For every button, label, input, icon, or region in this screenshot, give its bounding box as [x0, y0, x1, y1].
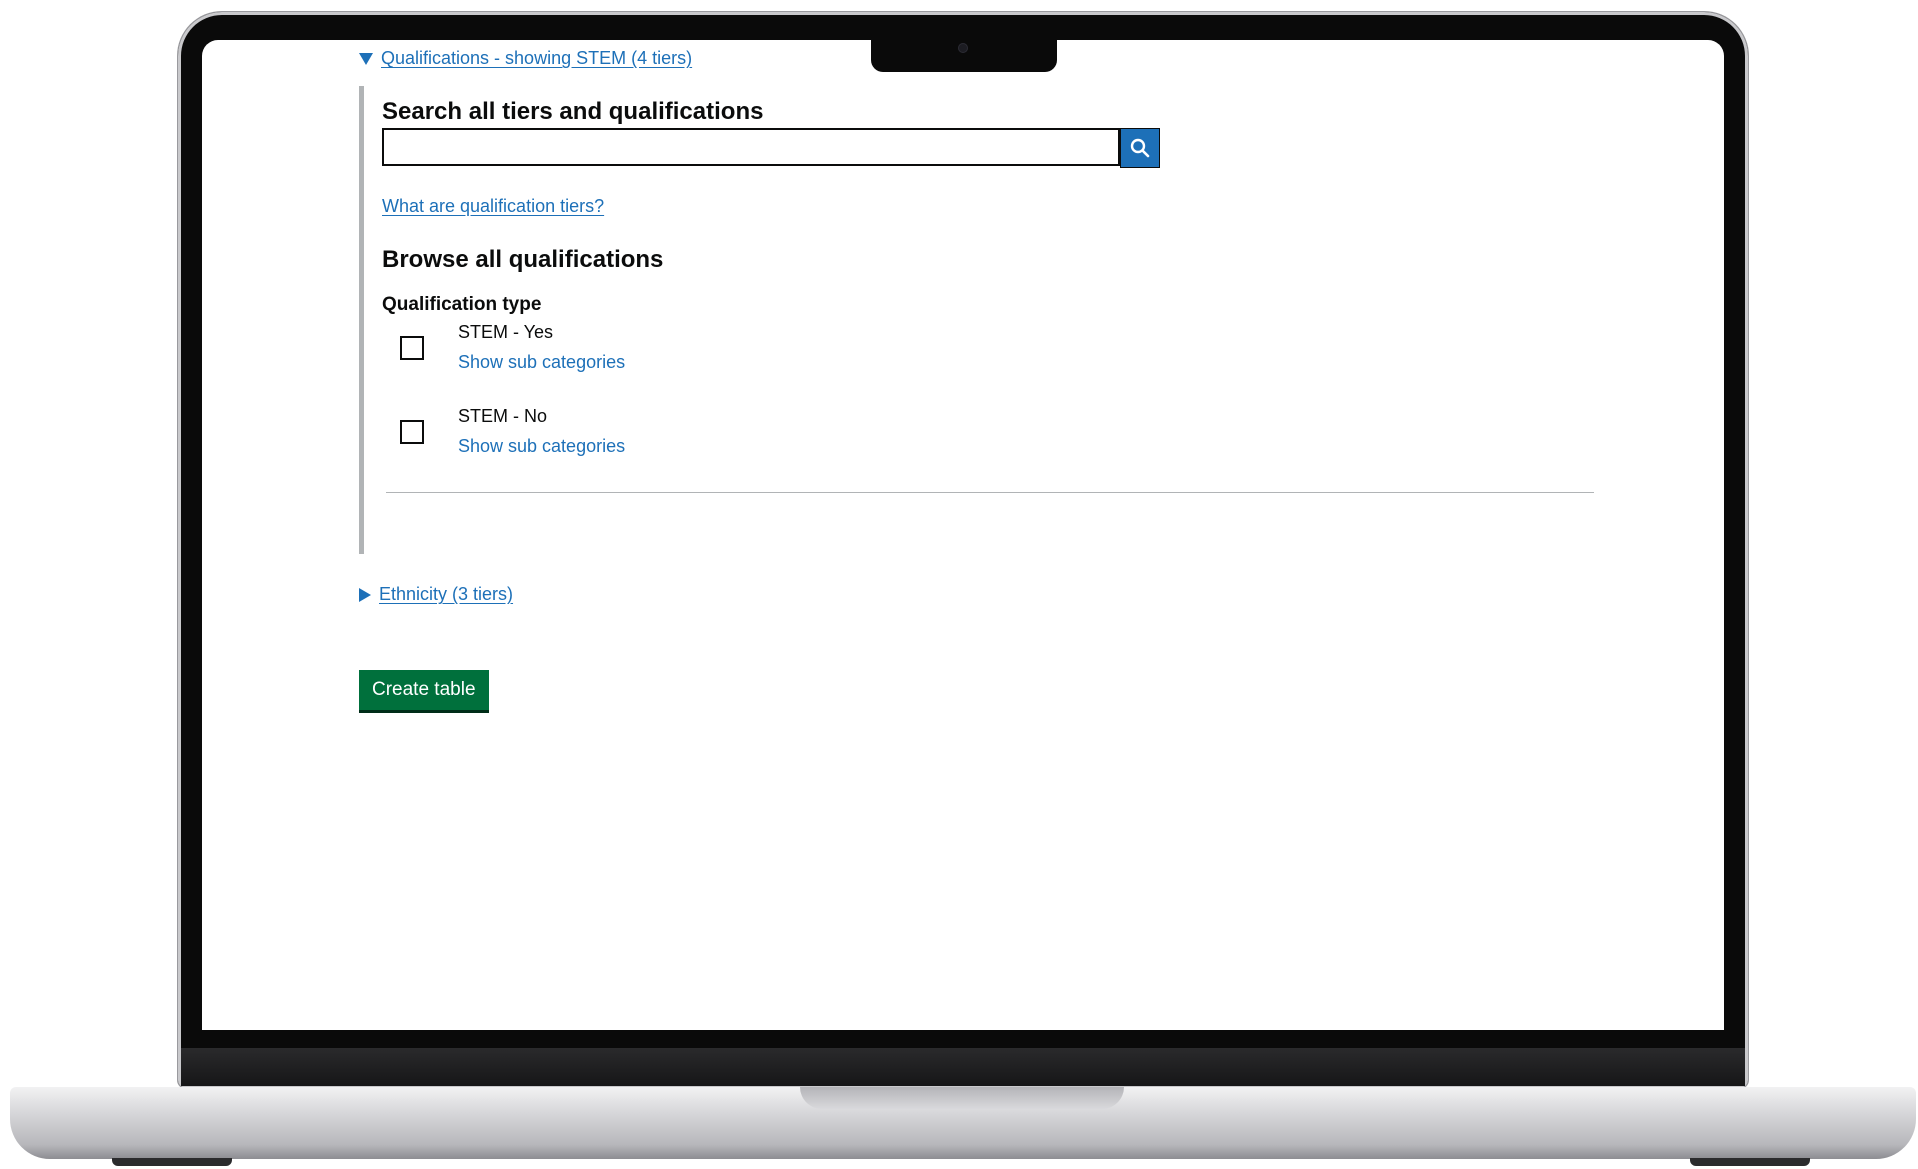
qualifications-details-body: Search all tiers and qualifications What…: [359, 86, 1604, 554]
browse-heading: Browse all qualifications: [382, 246, 664, 273]
laptop-foot-left: [112, 1158, 232, 1166]
show-sub-categories-link[interactable]: Show sub categories: [458, 352, 625, 373]
show-sub-categories-link[interactable]: Show sub categories: [458, 436, 625, 457]
search-bar: [382, 128, 1160, 168]
checkbox-stem-no[interactable]: [400, 420, 424, 444]
search-input[interactable]: [382, 128, 1120, 166]
search-icon: [1130, 138, 1150, 158]
search-button[interactable]: [1120, 128, 1160, 168]
triangle-right-icon: [359, 587, 371, 602]
option-divider: [386, 492, 1594, 493]
qualification-type-label: Qualification type: [382, 294, 542, 315]
create-table-button[interactable]: Create table: [359, 670, 489, 710]
search-heading: Search all tiers and qualifications: [382, 98, 764, 125]
laptop-hinge: [181, 1048, 1745, 1086]
screen-notch: [871, 38, 1057, 72]
qualifications-toggle-link[interactable]: Qualifications - showing STEM (4 tiers): [381, 48, 692, 69]
option-label: STEM - No: [458, 406, 548, 426]
laptop-screen: Qualifications - showing STEM (4 tiers) …: [202, 40, 1724, 1030]
triangle-down-icon: [359, 52, 373, 65]
qualifications-details-summary[interactable]: Qualifications - showing STEM (4 tiers): [359, 48, 692, 69]
option-label: STEM - Yes: [458, 322, 554, 342]
camera-icon: [958, 43, 968, 53]
ethnicity-details-summary[interactable]: Ethnicity (3 tiers): [359, 584, 513, 605]
laptop-foot-right: [1690, 1158, 1810, 1166]
ethnicity-toggle-link[interactable]: Ethnicity (3 tiers): [379, 584, 513, 605]
qualification-tiers-help-link[interactable]: What are qualification tiers?: [382, 196, 604, 217]
laptop-opening-notch: [800, 1087, 1124, 1109]
checkbox-stem-yes[interactable]: [400, 336, 424, 360]
